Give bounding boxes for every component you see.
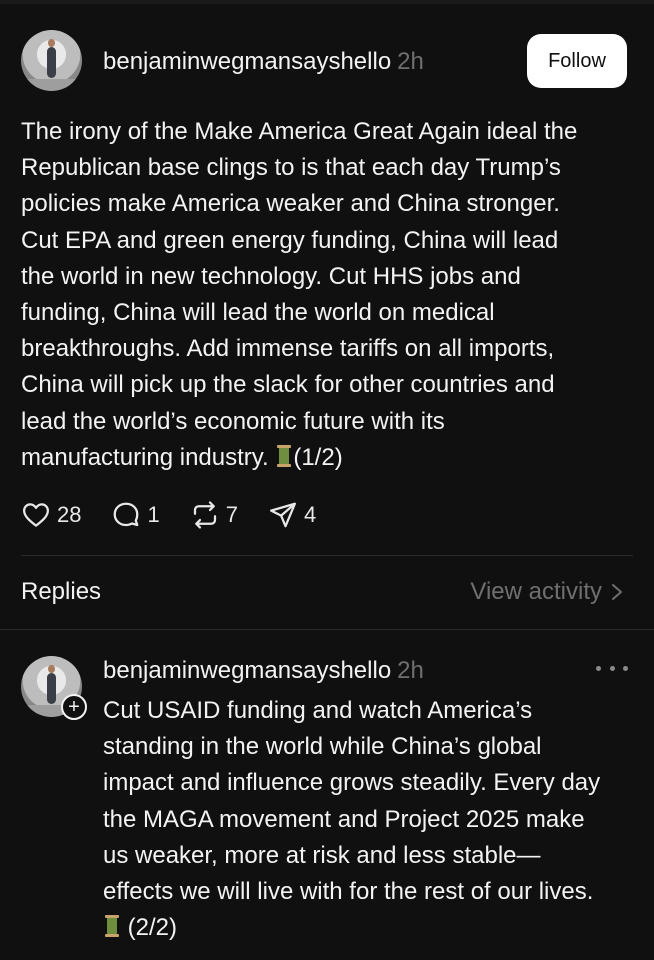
follow-button[interactable]: Follow — [527, 34, 627, 88]
reply-body: Cut USAID funding and watch America’s st… — [103, 693, 643, 946]
post-line: funding, China will lead the world on me… — [21, 299, 495, 327]
post-line: breakthroughs. Add immense tariffs on al… — [21, 335, 555, 363]
share-button[interactable]: 4 — [268, 500, 316, 530]
divider — [21, 555, 633, 556]
post-body: The irony of the Make America Great Agai… — [21, 114, 641, 476]
username-text[interactable]: benjaminwegmansayshello — [103, 657, 391, 684]
post-line: Cut EPA and green energy funding, China … — [21, 226, 559, 254]
reply-line: us weaker, more at risk and less stable— — [103, 841, 541, 869]
post-timestamp: 2h — [397, 48, 424, 75]
thread-counter: (1/2) — [293, 443, 343, 471]
reply-username[interactable]: benjaminwegmansayshello 2h — [103, 657, 424, 685]
post-line: Republican base clings to is that each d… — [21, 154, 561, 182]
spool-of-thread-emoji-icon — [105, 914, 119, 938]
reply-line: (2/2) — [103, 910, 643, 946]
more-options-icon[interactable] — [596, 660, 628, 676]
post-actions: 28 1 7 4 — [21, 500, 346, 530]
reply-line: impact and influence grows steadily. Eve… — [103, 769, 601, 797]
heart-icon — [23, 503, 49, 527]
reply-timestamp: 2h — [397, 657, 424, 684]
follow-plus-icon[interactable]: + — [61, 694, 87, 720]
post-line: The irony of the Make America Great Agai… — [21, 118, 578, 145]
reply-line: standing in the world while China’s glob… — [103, 733, 542, 761]
repost-icon — [193, 501, 216, 529]
spool-of-thread-emoji-icon — [277, 444, 292, 468]
post-line-text: manufacturing industry. — [21, 443, 276, 471]
post-line: China will pick up the slack for other c… — [21, 371, 555, 399]
reply-line: the MAGA movement and Project 2025 make — [103, 805, 585, 833]
comment-button[interactable]: 1 — [111, 500, 160, 530]
divider — [0, 629, 654, 630]
share-icon — [269, 502, 296, 528]
reply-line: effects we will live with for the rest o… — [103, 878, 594, 906]
post-line: lead the world’s economic future with it… — [21, 407, 445, 435]
post-username[interactable]: benjaminwegmansayshello 2h — [103, 48, 424, 76]
share-count: 4 — [303, 502, 317, 527]
top-divider — [0, 0, 654, 4]
reply-line: Cut USAID funding and watch America’s — [103, 697, 533, 724]
like-count: 28 — [57, 502, 82, 527]
comment-icon — [114, 502, 139, 527]
username-text[interactable]: benjaminwegmansayshello — [103, 48, 391, 75]
chevron-right-icon — [612, 584, 622, 600]
post-line: the world in new technology. Cut HHS job… — [21, 262, 521, 290]
replies-heading: Replies — [21, 578, 102, 605]
view-activity-link[interactable]: View activity — [470, 578, 624, 606]
avatar[interactable] — [21, 30, 82, 91]
post-line: manufacturing industry. (1/2) — [21, 440, 641, 476]
like-button[interactable]: 28 — [21, 500, 81, 530]
post-line: policies make America weaker and China s… — [21, 190, 560, 218]
repost-button[interactable]: 7 — [190, 500, 238, 530]
view-activity-label: View activity — [470, 578, 602, 605]
thread-counter: (2/2) — [121, 914, 178, 942]
comment-count: 1 — [147, 502, 160, 527]
repost-count: 7 — [225, 502, 238, 527]
